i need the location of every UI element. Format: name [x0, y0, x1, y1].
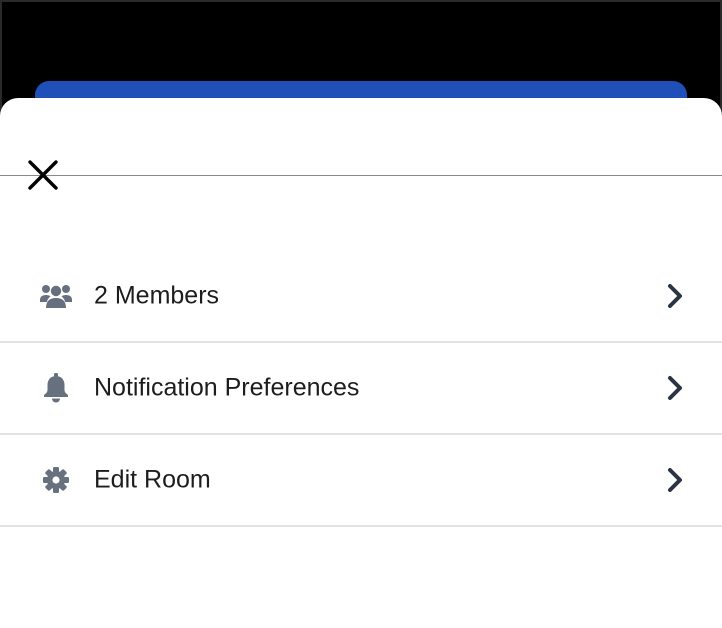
close-icon: [28, 160, 58, 190]
close-button[interactable]: [25, 157, 61, 193]
sheet-header-divider: [0, 175, 722, 176]
bell-icon: [40, 372, 72, 404]
gear-icon: [40, 464, 72, 496]
members-icon: [40, 280, 72, 312]
chevron-right-icon: [668, 468, 682, 492]
chevron-right-icon: [668, 376, 682, 400]
menu-item-label: 2 Members: [94, 281, 220, 309]
menu-item-label: Notification Preferences: [94, 373, 360, 402]
room-options-menu: 2 Members Notification Preferences Edit …: [0, 250, 722, 527]
chevron-right-icon: [668, 283, 682, 308]
menu-item-members[interactable]: 2 Members: [0, 250, 722, 343]
room-options-sheet: 2 Members Notification Preferences Edit …: [0, 98, 722, 628]
menu-item-label: Edit Room: [94, 465, 211, 494]
menu-item-edit-room[interactable]: Edit Room: [0, 435, 722, 527]
menu-item-notification-preferences[interactable]: Notification Preferences: [0, 343, 722, 435]
